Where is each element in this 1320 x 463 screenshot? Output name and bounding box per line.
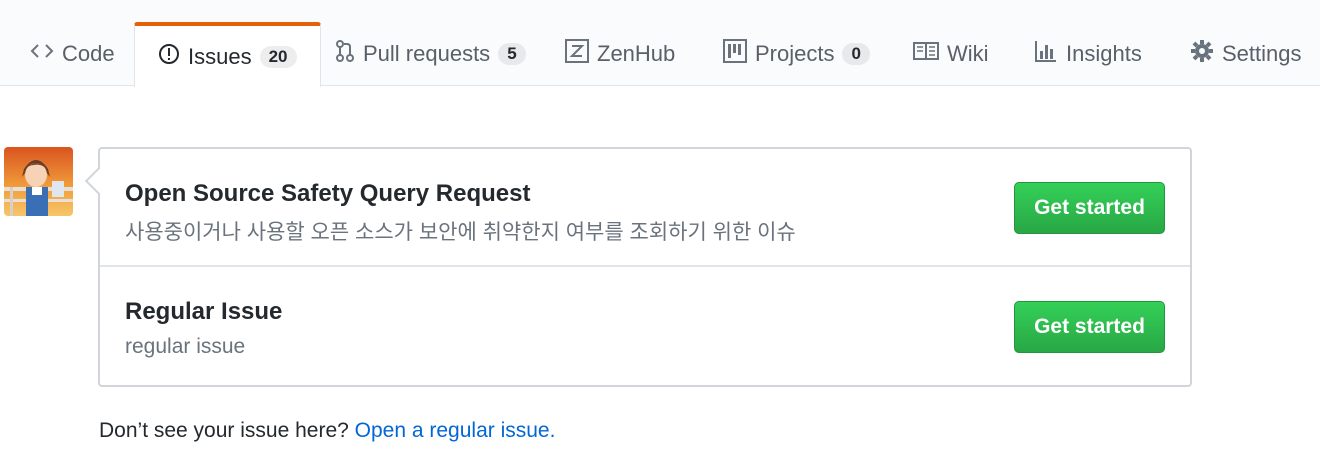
- tab-zenhub-label: ZenHub: [597, 41, 676, 66]
- template-title: Open Source Safety Query Request: [125, 180, 531, 207]
- tab-insights[interactable]: Insights: [1032, 22, 1144, 86]
- code-icon: [30, 41, 54, 67]
- zenhub-icon: [565, 39, 589, 69]
- gear-icon: [1190, 39, 1214, 69]
- template-description: 사용중이거나 사용할 오픈 소스가 보안에 취약한지 여부를 조회하기 위한 이…: [125, 221, 796, 244]
- issue-template-item: Regular Issue regular issue Get started: [100, 267, 1190, 385]
- open-regular-issue-link[interactable]: Open a regular issue.: [355, 419, 556, 442]
- tab-issues[interactable]: Issues 20: [134, 22, 321, 87]
- template-description: regular issue: [125, 335, 246, 358]
- get-started-button[interactable]: Get started: [1014, 182, 1165, 234]
- repo-nav: Code Issues 20 Pull requests 5 ZenHub Pr…: [0, 0, 1320, 87]
- tab-code[interactable]: Code: [28, 22, 117, 86]
- tab-issues-label: Issues: [188, 43, 252, 69]
- issues-count-badge: 20: [259, 45, 297, 68]
- book-icon: [913, 41, 939, 67]
- git-pull-request-icon: [335, 39, 355, 69]
- template-title: Regular Issue: [125, 298, 283, 325]
- tab-wiki-label: Wiki: [947, 41, 989, 66]
- issue-template-list: Open Source Safety Query Request 사용중이거나 …: [84, 147, 1192, 387]
- tab-projects[interactable]: Projects 0: [721, 22, 872, 86]
- tab-pull-requests-label: Pull requests: [363, 41, 491, 66]
- footer-note: Don’t see your issue here? Open a regula…: [99, 419, 555, 443]
- tab-settings[interactable]: Settings: [1188, 22, 1304, 86]
- tab-pull-requests[interactable]: Pull requests 5: [333, 22, 528, 86]
- avatar[interactable]: [4, 147, 73, 216]
- footer-text: Don’t see your issue here?: [99, 419, 349, 442]
- project-icon: [723, 39, 747, 69]
- projects-count-badge: 0: [842, 43, 870, 65]
- issue-template-item: Open Source Safety Query Request 사용중이거나 …: [100, 149, 1190, 267]
- tab-projects-label: Projects: [755, 41, 835, 66]
- pulls-count-badge: 5: [498, 43, 526, 65]
- graph-icon: [1034, 39, 1058, 69]
- tab-settings-label: Settings: [1222, 41, 1302, 66]
- tab-zenhub[interactable]: ZenHub: [563, 22, 677, 86]
- tab-wiki[interactable]: Wiki: [911, 22, 991, 86]
- tab-code-label: Code: [62, 41, 115, 66]
- issue-opened-icon: [158, 43, 180, 71]
- get-started-button[interactable]: Get started: [1014, 301, 1165, 353]
- tab-insights-label: Insights: [1066, 41, 1142, 66]
